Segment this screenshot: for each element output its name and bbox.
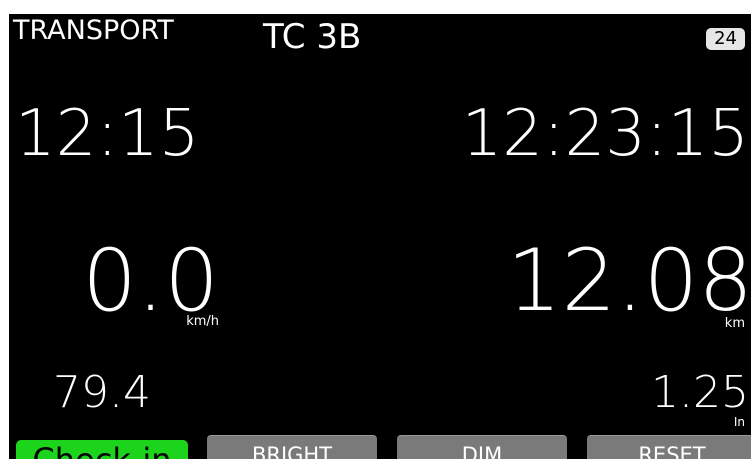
clock-time: 12:23:15 — [461, 97, 749, 171]
count-badge: 24 — [706, 28, 745, 50]
stage-label: TC 3B — [263, 17, 362, 57]
mode-label: TRANSPORT — [13, 15, 174, 46]
dim-button[interactable]: DIM — [397, 435, 567, 459]
distance-value: 12.08 — [506, 231, 751, 331]
lower-right-value: 1.25 — [651, 367, 749, 418]
rally-display: TRANSPORT TC 3B 24 12:15 12:23:15 0.0 km… — [9, 14, 751, 459]
lower-right-unit: In — [733, 415, 745, 429]
target-time: 12:15 — [15, 97, 200, 171]
lower-left-value: 79.4 — [53, 367, 151, 418]
distance-unit: km — [724, 316, 745, 331]
checkin-button[interactable]: Check-in — [16, 440, 188, 459]
speed-unit: km/h — [186, 314, 219, 329]
bright-button[interactable]: BRIGHT — [207, 435, 377, 459]
speed-value: 0.0 — [82, 231, 219, 331]
reset-button[interactable]: RESET — [587, 435, 751, 459]
